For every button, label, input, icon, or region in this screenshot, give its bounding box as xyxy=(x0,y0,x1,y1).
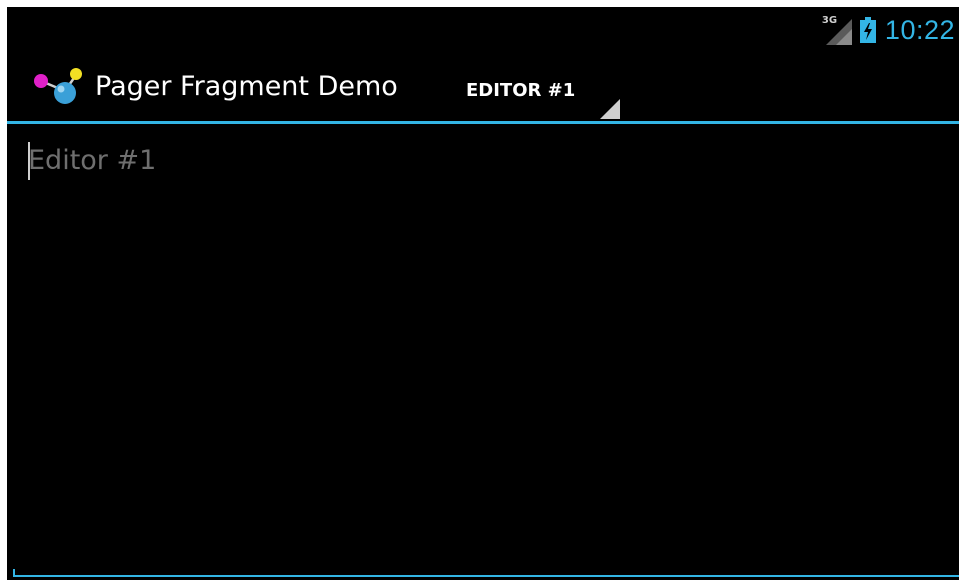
molecule-app-icon[interactable] xyxy=(29,66,87,108)
editor-pane xyxy=(7,124,959,580)
status-clock: 10:22 xyxy=(884,15,955,45)
status-icons: 3G 10:22 xyxy=(822,13,955,47)
editor-underline-tick xyxy=(13,569,15,577)
signal-icon: 3G xyxy=(822,15,852,45)
editor-underline xyxy=(13,575,959,577)
signal-strength-icon xyxy=(825,19,852,45)
navigation-selected-label: EDITOR #1 xyxy=(466,80,576,101)
app-title: Pager Fragment Demo xyxy=(95,71,398,102)
navigation-spinner[interactable]: EDITOR #1 xyxy=(452,67,620,119)
device-screen: 3G 10:22 Pager Fragment Demo EDITOR #1 E… xyxy=(7,7,959,580)
text-cursor xyxy=(28,142,30,180)
action-bar: Pager Fragment Demo EDITOR #1 xyxy=(7,53,959,121)
battery-charging-icon xyxy=(859,17,876,43)
spinner-arrow-icon xyxy=(600,99,620,119)
editor-text-field[interactable] xyxy=(7,124,959,580)
status-bar: 3G 10:22 xyxy=(7,7,959,53)
